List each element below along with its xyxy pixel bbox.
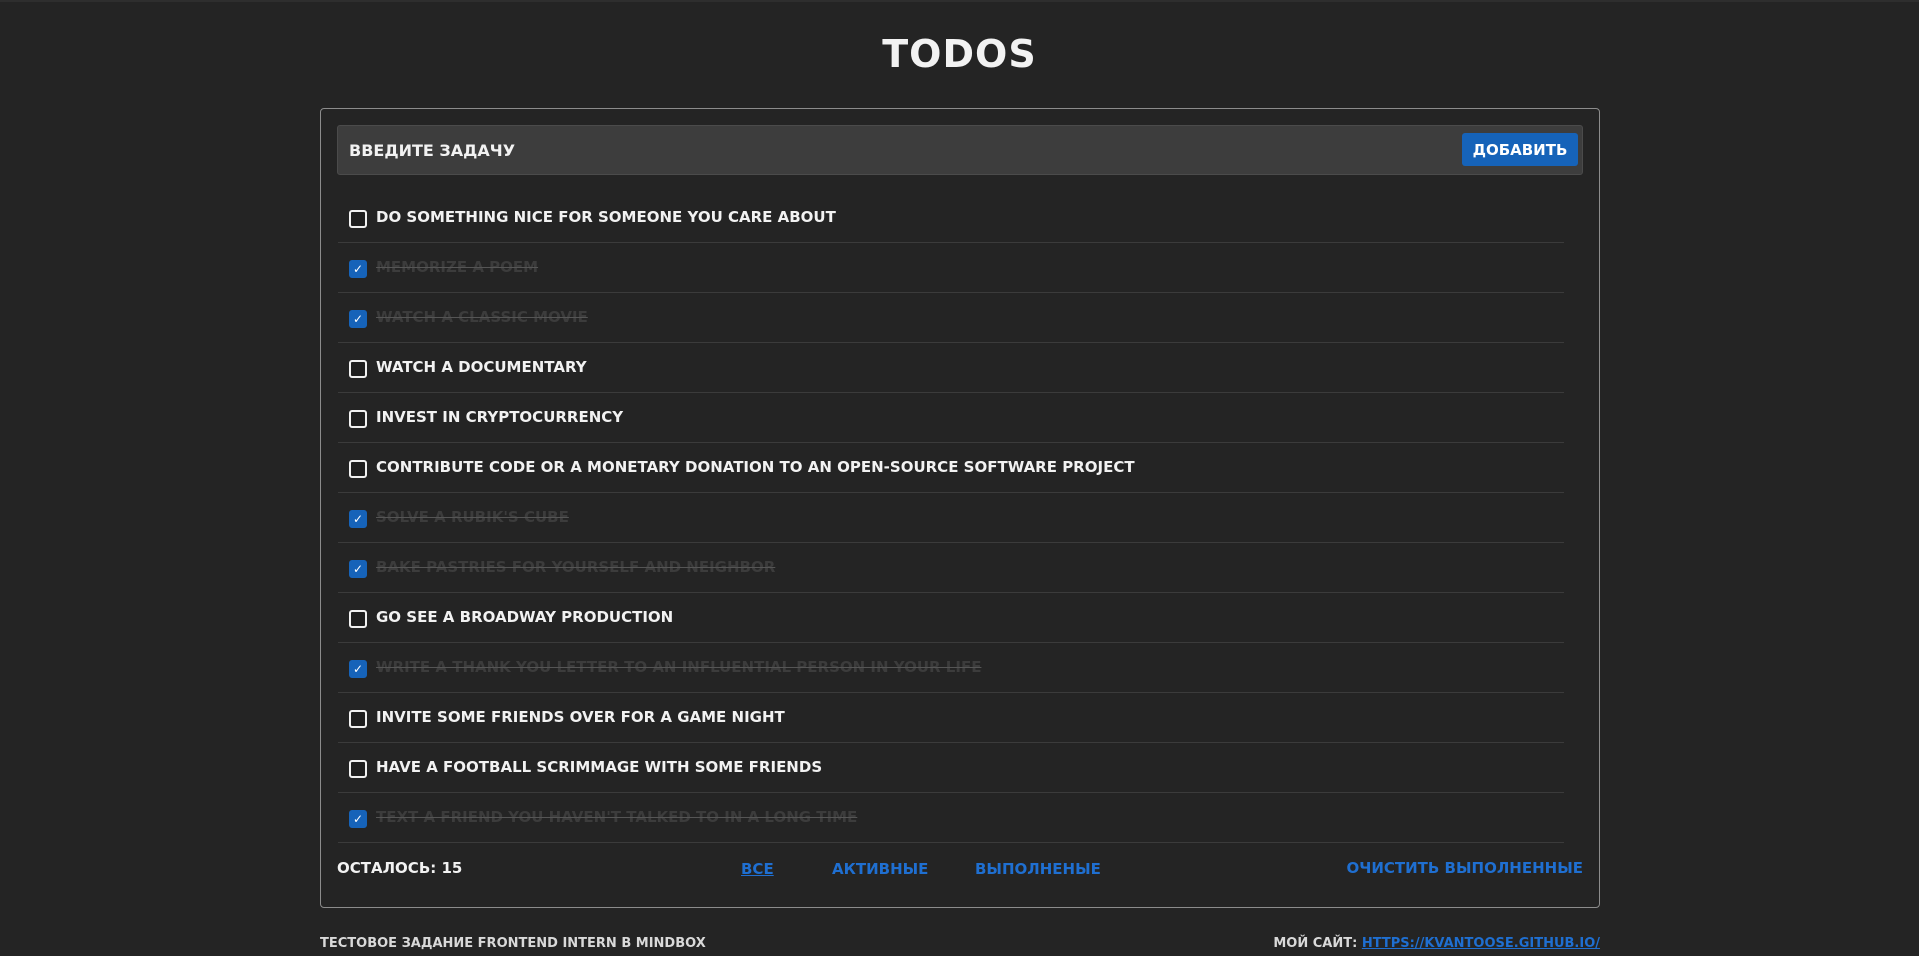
site-link[interactable]: https://kvantoose.github.io/ <box>1362 936 1600 951</box>
todo-checkbox[interactable]: ✓ <box>349 810 367 828</box>
todo-label: Watch a documentary <box>376 358 587 376</box>
todo-footer-bar: Осталось: 15 Все Активные Выполненые Очи… <box>321 853 1599 883</box>
todo-checkbox[interactable] <box>349 360 367 378</box>
todo-label: Watch a classic movie <box>376 308 588 326</box>
filter-active[interactable]: Активные <box>832 860 928 878</box>
todo-checkbox[interactable] <box>349 710 367 728</box>
todo-checkbox[interactable] <box>349 410 367 428</box>
todo-item[interactable]: Watch a documentary <box>338 343 1564 393</box>
filter-all[interactable]: Все <box>741 860 774 878</box>
check-icon: ✓ <box>352 312 364 326</box>
clear-completed-button[interactable]: Очистить выполненные <box>1346 859 1583 877</box>
todo-list: Do something nice for someone you care a… <box>338 193 1564 929</box>
new-task-input[interactable] <box>338 126 1438 174</box>
todo-item[interactable]: ✓ Bake pastries for yourself and neighbo… <box>338 543 1564 593</box>
todo-label: Solve a Rubik's cube <box>376 508 569 526</box>
site-label: Мой сайт: <box>1273 936 1358 951</box>
check-icon: ✓ <box>352 262 364 276</box>
filter-completed[interactable]: Выполненые <box>975 860 1101 878</box>
todo-item[interactable]: Do something nice for someone you care a… <box>338 193 1564 243</box>
todo-checkbox[interactable]: ✓ <box>349 560 367 578</box>
check-icon: ✓ <box>352 512 364 526</box>
todo-checkbox[interactable]: ✓ <box>349 660 367 678</box>
todo-label: Have a football scrimmage with some frie… <box>376 758 823 776</box>
footer-caption: Тестовое задание Frontend Intern в Mindb… <box>320 936 706 951</box>
todo-item[interactable]: Invite some friends over for a game nigh… <box>338 693 1564 743</box>
todo-checkbox[interactable] <box>349 610 367 628</box>
page-footer: Тестовое задание Frontend Intern в Mindb… <box>320 936 1600 956</box>
todo-checkbox[interactable]: ✓ <box>349 310 367 328</box>
todo-checkbox[interactable] <box>349 760 367 778</box>
app-title: todos <box>882 32 1037 76</box>
remaining-counter: Осталось: 15 <box>337 859 463 877</box>
todo-item[interactable]: ✓ Text a friend you haven't talked to in… <box>338 793 1564 843</box>
check-icon: ✓ <box>352 812 364 826</box>
check-icon: ✓ <box>352 562 364 576</box>
footer-site: Мой сайт: https://kvantoose.github.io/ <box>1273 936 1600 951</box>
todo-label: Memorize a poem <box>376 258 539 276</box>
todo-checkbox[interactable]: ✓ <box>349 510 367 528</box>
todo-card: Добавить Do something nice for someone y… <box>320 108 1600 908</box>
todo-label: Write a thank you letter to an influenti… <box>376 658 982 676</box>
add-task-button[interactable]: Добавить <box>1462 133 1578 166</box>
todo-label: Invest in cryptocurrency <box>376 408 624 426</box>
todo-item[interactable]: Invest in cryptocurrency <box>338 393 1564 443</box>
todo-label: Go see a Broadway production <box>376 608 674 626</box>
todo-item[interactable]: ✓ Memorize a poem <box>338 243 1564 293</box>
todo-checkbox[interactable] <box>349 460 367 478</box>
todo-item[interactable]: ✓ Write a thank you letter to an influen… <box>338 643 1564 693</box>
todo-label: Contribute code or a monetary donation t… <box>376 458 1135 476</box>
todo-checkbox[interactable] <box>349 210 367 228</box>
new-task-row: Добавить <box>337 125 1583 175</box>
todo-label: Text a friend you haven't talked to in a… <box>376 808 858 826</box>
todo-item[interactable]: Have a football scrimmage with some frie… <box>338 743 1564 793</box>
todo-label: Invite some friends over for a game nigh… <box>376 708 785 726</box>
todo-checkbox[interactable]: ✓ <box>349 260 367 278</box>
todo-item[interactable]: ✓ Solve a Rubik's cube <box>338 493 1564 543</box>
check-icon: ✓ <box>352 662 364 676</box>
todo-label: Bake pastries for yourself and neighbor <box>376 558 776 576</box>
top-divider <box>0 0 1919 2</box>
todo-item[interactable]: ✓ Watch a classic movie <box>338 293 1564 343</box>
todo-label: Do something nice for someone you care a… <box>376 208 836 226</box>
todo-item[interactable]: Contribute code or a monetary donation t… <box>338 443 1564 493</box>
todo-item[interactable]: Go see a Broadway production <box>338 593 1564 643</box>
